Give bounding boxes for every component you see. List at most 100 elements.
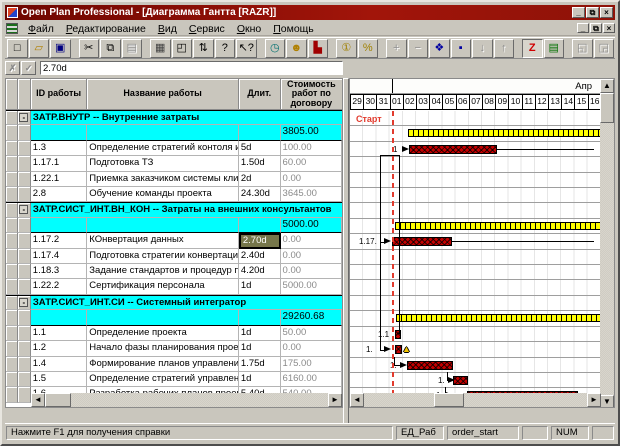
cell-edit-input[interactable] xyxy=(40,61,343,75)
new-file-button[interactable]: □ xyxy=(7,39,28,58)
task-id-cell[interactable]: 1.17.2 xyxy=(31,233,88,248)
milestone-icon[interactable]: ▲ xyxy=(402,344,411,355)
task-id-cell[interactable]: 1.22.1 xyxy=(31,172,88,187)
task-id-cell[interactable]: 1.3 xyxy=(31,141,88,156)
child-minimize-button[interactable]: _ xyxy=(577,23,589,33)
context-help-button[interactable]: ↖? xyxy=(236,39,257,58)
task-name-cell[interactable]: Сертификация персонала xyxy=(87,279,239,294)
gantt-view-button[interactable]: Z xyxy=(522,39,543,58)
menu-item-окно[interactable]: Окно xyxy=(231,23,267,35)
print-button[interactable]: ▦ xyxy=(150,39,171,58)
table-row[interactable]: 1.17.2КОнвертация данных2.70d0.00 xyxy=(6,233,342,248)
menu-item-сервис[interactable]: Сервис xyxy=(183,23,231,35)
task-duration-cell[interactable]: 2.40d xyxy=(239,249,281,264)
scroll-down-icon[interactable]: ▼ xyxy=(600,395,614,408)
row-selector[interactable] xyxy=(6,357,18,372)
move-down-button[interactable]: ↓ xyxy=(472,39,493,58)
task-name-cell[interactable]: Начало фазы планирования проекта xyxy=(87,341,239,356)
scrollbar-thumb[interactable] xyxy=(45,393,71,407)
task-id-cell[interactable]: 1.1 xyxy=(31,326,88,341)
link-button[interactable]: ❖ xyxy=(429,39,450,58)
collapse-icon[interactable]: - xyxy=(19,298,28,307)
activity-bar[interactable] xyxy=(453,376,468,385)
cut-button[interactable]: ✂ xyxy=(79,39,100,58)
row-selector[interactable] xyxy=(6,387,18,402)
task-name-cell[interactable]: Определение проекта xyxy=(87,326,239,341)
column-header-duration[interactable]: Длит. xyxy=(239,79,281,110)
document-icon[interactable] xyxy=(6,23,18,34)
scrollbar-thumb[interactable] xyxy=(600,93,614,123)
row-selector[interactable] xyxy=(6,279,18,294)
collapse-icon[interactable]: - xyxy=(19,113,28,122)
task-duration-cell[interactable]: 1.50d xyxy=(239,156,281,171)
task-cost-cell[interactable]: 6160.00 xyxy=(281,372,342,387)
row-selector[interactable] xyxy=(6,111,18,125)
task-id-cell[interactable]: 1.5 xyxy=(31,372,88,387)
print-preview-button[interactable]: ◰ xyxy=(172,39,193,58)
task-id-cell[interactable]: 1.22.2 xyxy=(31,279,88,294)
task-id-cell[interactable]: 1.17.1 xyxy=(31,156,88,171)
task-name-cell[interactable]: Подготовка стратегии конвертации xyxy=(87,249,239,264)
table-row[interactable]: 1.22.2Сертификация персонала1d5000.00 xyxy=(6,279,342,294)
save-button[interactable]: ▣ xyxy=(50,39,71,58)
row-selector[interactable] xyxy=(6,310,18,325)
task-name-cell[interactable]: Определение стратегий контоля и отч xyxy=(87,141,239,156)
table-row[interactable]: 1.17.1Подготовка ТЗ1.50d60.00 xyxy=(6,156,342,171)
remove-button[interactable]: − xyxy=(408,39,429,58)
paste-button[interactable]: ▤ xyxy=(122,39,143,58)
task-name-cell[interactable]: Подготовка ТЗ xyxy=(87,156,239,171)
summary-bar[interactable] xyxy=(395,222,601,230)
task-duration-cell[interactable]: 5d xyxy=(239,141,281,156)
scrollbar-thumb[interactable] xyxy=(434,393,464,407)
column-header-cost[interactable]: Стоимость работ по договору xyxy=(281,79,342,110)
accept-edit-button[interactable]: ✓ xyxy=(21,61,36,75)
group-row[interactable]: -ЗАТР.ВНУТР -- Внутренние затраты xyxy=(6,110,342,125)
task-name-cell[interactable]: Определение стратегий управления р xyxy=(87,372,239,387)
task-id-cell[interactable]: 1.2 xyxy=(31,341,88,356)
table-row[interactable]: 1.1Определение проекта1d50.00 xyxy=(6,326,342,341)
activity-bar[interactable] xyxy=(395,330,401,339)
task-id-cell[interactable]: 2.8 xyxy=(31,187,88,202)
row-selector[interactable] xyxy=(6,141,18,156)
time-analysis-button[interactable]: ◷ xyxy=(265,39,286,58)
summary-row[interactable]: 5000.00 xyxy=(6,218,342,233)
help-button[interactable]: ? xyxy=(215,39,236,58)
child-restore-button[interactable]: ⧉ xyxy=(590,23,602,33)
minimize-button[interactable]: _ xyxy=(572,7,585,18)
task-duration-cell[interactable]: 1d xyxy=(239,279,281,294)
activity-bar[interactable] xyxy=(392,237,452,246)
collapse-icon[interactable]: - xyxy=(19,205,28,214)
cascade-button[interactable]: ◱ xyxy=(572,39,593,58)
group-row[interactable]: -ЗАТР.СИСТ_ИНТ.ВН_КОН -- Затраты на внеш… xyxy=(6,202,342,217)
table-row[interactable]: 1.2Начало фазы планирования проекта1d0.0… xyxy=(6,341,342,356)
summary-row[interactable]: 3805.00 xyxy=(6,125,342,140)
task-cost-cell[interactable]: 0.00 xyxy=(281,172,342,187)
task-name-cell[interactable]: Приемка заказчиком системы клиент xyxy=(87,172,239,187)
task-cost-cell[interactable]: 60.00 xyxy=(281,156,342,171)
menu-item-редактирование[interactable]: Редактирование xyxy=(60,23,152,35)
task-cost-cell[interactable]: 0.00 xyxy=(281,233,342,248)
table-horizontal-scrollbar[interactable]: ◄ ► xyxy=(31,393,342,407)
tile-button[interactable]: ◲ xyxy=(594,39,615,58)
child-close-button[interactable]: × xyxy=(603,23,615,33)
task-cost-cell[interactable]: 50.00 xyxy=(281,326,342,341)
menu-item-файл[interactable]: Файл xyxy=(22,23,60,35)
table-row[interactable]: 1.22.1Приемка заказчиком системы клиент2… xyxy=(6,172,342,187)
add-button[interactable]: + xyxy=(386,39,407,58)
task-id-cell[interactable]: 1.18.3 xyxy=(31,264,88,279)
task-duration-cell[interactable]: 1d xyxy=(239,372,281,387)
row-selector[interactable] xyxy=(6,249,18,264)
task-name-cell[interactable]: Обучение команды проекта xyxy=(87,187,239,202)
table-row[interactable]: 1.3Определение стратегий контоля и отч5d… xyxy=(6,141,342,156)
cost-button[interactable]: ① xyxy=(336,39,357,58)
row-selector[interactable] xyxy=(6,341,18,356)
menu-item-вид[interactable]: Вид xyxy=(152,23,183,35)
task-cost-cell[interactable]: 0.00 xyxy=(281,341,342,356)
close-button[interactable]: × xyxy=(600,7,613,18)
task-duration-cell[interactable]: 1d xyxy=(239,326,281,341)
row-selector[interactable] xyxy=(6,203,18,217)
row-selector[interactable] xyxy=(6,156,18,171)
task-cost-cell[interactable]: 0.00 xyxy=(281,264,342,279)
menu-item-помощь[interactable]: Помощь xyxy=(267,23,320,35)
task-duration-cell[interactable]: 1d xyxy=(239,341,281,356)
